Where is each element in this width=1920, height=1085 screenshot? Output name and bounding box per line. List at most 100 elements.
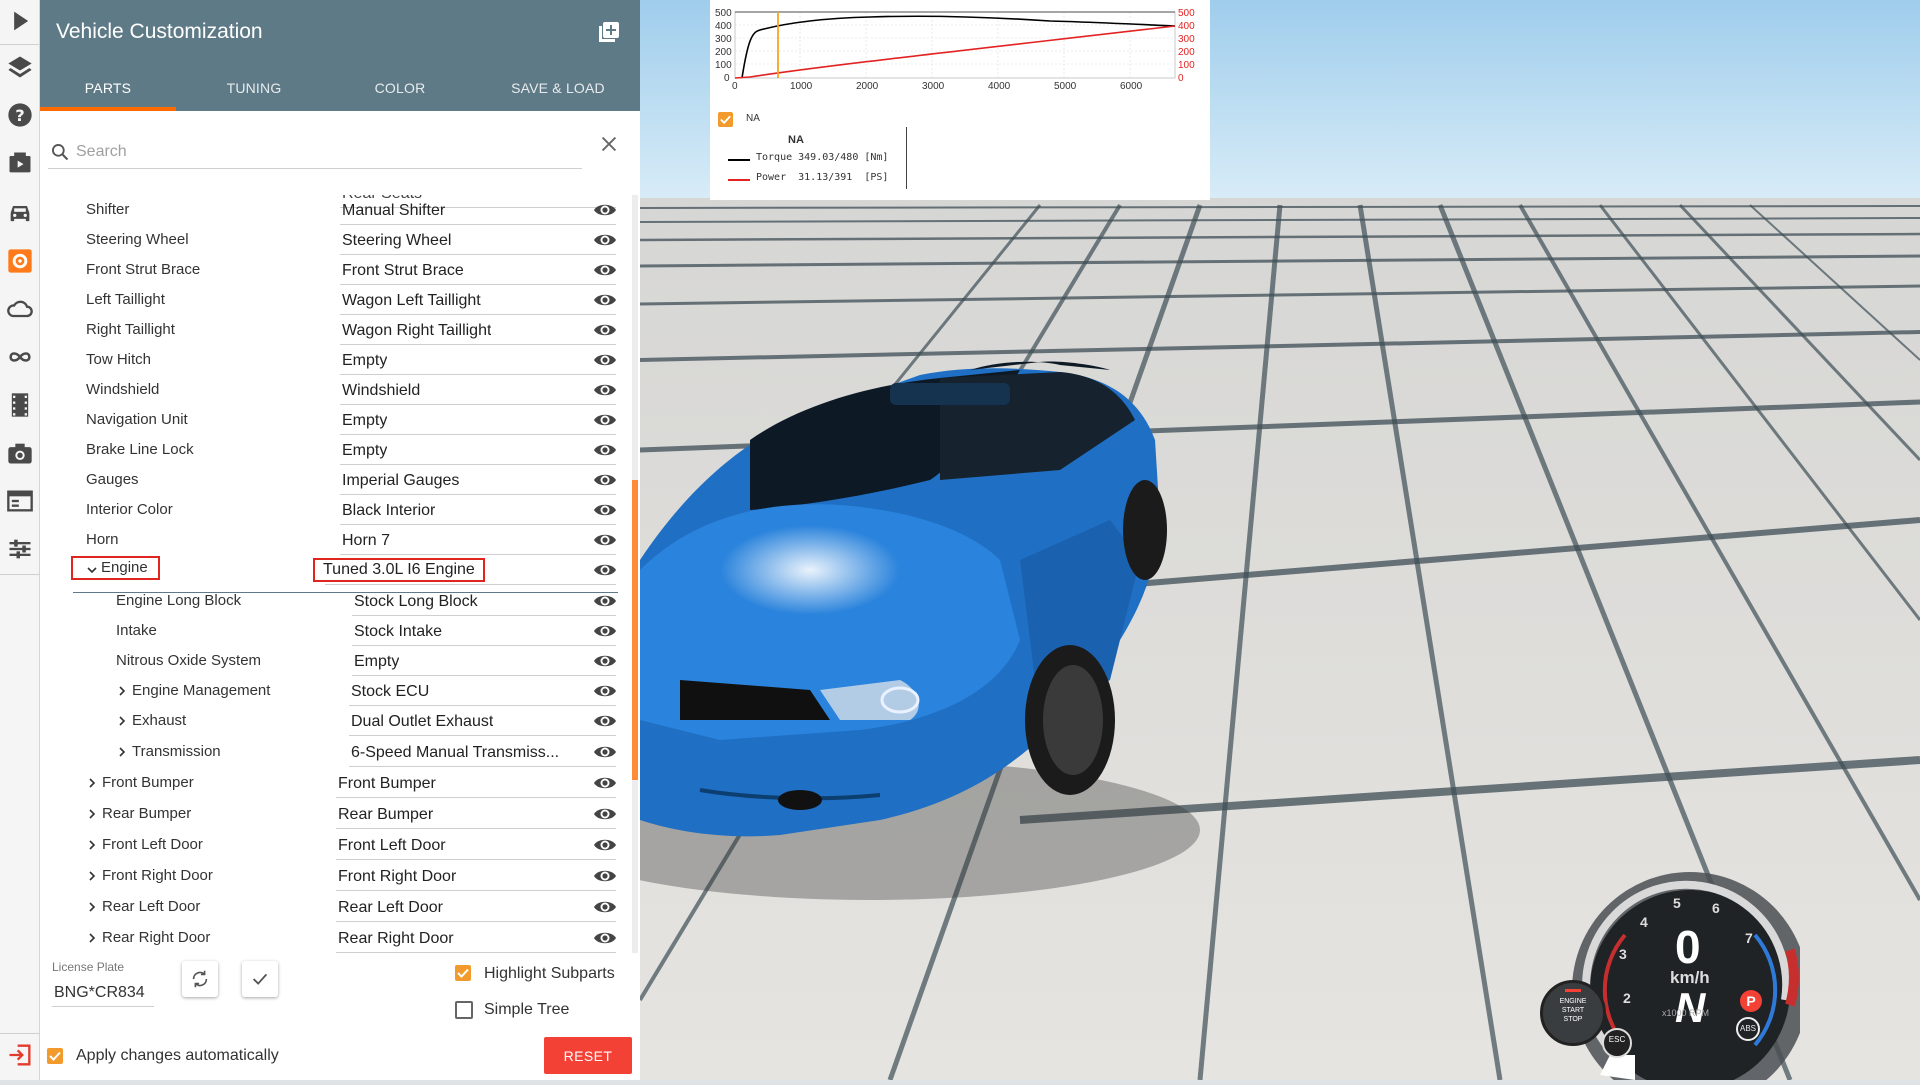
part-select[interactable]: Tuned 3.0L I6 Engine <box>313 558 616 585</box>
simple-tree-checkbox[interactable] <box>455 1001 473 1019</box>
camera-icon[interactable] <box>5 438 34 467</box>
visibility-eye-icon[interactable] <box>593 409 617 431</box>
list-item: Intake Stock Intake <box>40 616 620 646</box>
close-icon[interactable] <box>598 133 620 155</box>
chevron-right-icon[interactable] <box>86 776 98 793</box>
chevron-right-icon[interactable] <box>86 838 98 855</box>
part-select-value: Front Right Door <box>338 868 457 885</box>
part-select[interactable]: Front Left Door <box>336 834 616 860</box>
part-select[interactable]: Black Interior <box>340 499 616 525</box>
part-select[interactable]: Stock Intake <box>352 620 616 646</box>
engine-start-stop-button[interactable]: ENGINE START STOP <box>1540 980 1606 1046</box>
visibility-eye-icon[interactable] <box>593 529 617 551</box>
visibility-eye-icon[interactable] <box>593 469 617 491</box>
refresh-icon <box>192 970 208 988</box>
film-icon[interactable] <box>5 390 34 419</box>
list-item: Horn Horn 7 <box>40 525 620 555</box>
apply-plate-button[interactable] <box>242 961 278 997</box>
part-select[interactable]: Empty <box>340 409 616 435</box>
chevron-right-icon[interactable] <box>86 869 98 886</box>
visibility-eye-icon[interactable] <box>593 772 617 794</box>
part-select[interactable]: Stock ECU <box>349 680 616 706</box>
part-select[interactable]: Front Bumper <box>336 772 616 798</box>
tab-parts[interactable]: PARTS <box>40 80 176 96</box>
chevron-right-icon[interactable] <box>86 807 98 824</box>
apply-automatically-checkbox[interactable] <box>47 1048 63 1064</box>
visibility-eye-icon[interactable] <box>593 803 617 825</box>
window-icon[interactable] <box>5 486 34 515</box>
visibility-eye-icon[interactable] <box>593 865 617 887</box>
search-input[interactable] <box>74 138 558 166</box>
list-item: Front Right Door Front Right Door <box>40 861 620 891</box>
infinity-icon[interactable] <box>5 342 34 371</box>
part-select[interactable]: Stock Long Block <box>352 590 616 616</box>
part-select[interactable]: Empty <box>340 349 616 375</box>
visibility-eye-icon[interactable] <box>593 319 617 341</box>
visibility-eye-icon[interactable] <box>593 559 617 581</box>
visibility-eye-icon[interactable] <box>593 289 617 311</box>
part-select[interactable]: Front Strut Brace <box>340 259 616 285</box>
part-select[interactable]: Imperial Gauges <box>340 469 616 495</box>
visibility-eye-icon[interactable] <box>593 896 617 918</box>
part-label: Engine <box>71 556 160 580</box>
visibility-eye-icon[interactable] <box>593 199 617 221</box>
visibility-eye-icon[interactable] <box>593 499 617 521</box>
visibility-eye-icon[interactable] <box>593 439 617 461</box>
part-select[interactable]: 6-Speed Manual Transmiss... <box>349 741 616 767</box>
chevron-right-icon[interactable] <box>116 684 128 701</box>
part-select[interactable]: Empty <box>352 650 616 676</box>
part-select[interactable]: Wagon Left Taillight <box>340 289 616 315</box>
visibility-eye-icon[interactable] <box>593 590 617 612</box>
part-label: Front Bumper <box>102 774 194 791</box>
license-plate-input[interactable] <box>52 979 154 1007</box>
scrollbar[interactable] <box>632 195 638 953</box>
visibility-eye-icon[interactable] <box>593 259 617 281</box>
part-label: Left Taillight <box>86 291 165 308</box>
visibility-eye-icon[interactable] <box>593 379 617 401</box>
parts-icon[interactable] <box>5 246 34 275</box>
tab-save-load[interactable]: SAVE & LOAD <box>483 80 633 96</box>
tab-color[interactable]: COLOR <box>332 80 468 96</box>
part-select[interactable]: Dual Outlet Exhaust <box>349 710 616 736</box>
list-item: Left Taillight Wagon Left Taillight <box>40 285 620 315</box>
scenario-icon[interactable] <box>5 148 34 177</box>
chevron-right-icon[interactable] <box>86 900 98 917</box>
visibility-eye-icon[interactable] <box>593 834 617 856</box>
part-select[interactable]: Horn 7 <box>340 529 616 555</box>
exit-icon[interactable] <box>5 1040 34 1069</box>
part-select[interactable]: Rear Left Door <box>336 896 616 922</box>
help-icon[interactable]: ? <box>5 100 34 129</box>
part-select[interactable]: Front Right Door <box>336 865 616 891</box>
part-select[interactable]: Steering Wheel <box>340 229 616 255</box>
part-select[interactable]: Rear Right Door <box>336 927 616 953</box>
visibility-eye-icon[interactable] <box>593 680 617 702</box>
visibility-eye-icon[interactable] <box>593 927 617 949</box>
part-select[interactable]: Wagon Right Taillight <box>340 319 616 345</box>
popout-icon[interactable] <box>597 20 621 44</box>
part-select[interactable]: Empty <box>340 439 616 465</box>
cloud-icon[interactable] <box>5 294 34 323</box>
layers-icon[interactable] <box>5 52 34 81</box>
vehicle-icon[interactable] <box>5 198 34 227</box>
chevron-right-icon[interactable] <box>116 714 128 731</box>
visibility-eye-icon[interactable] <box>593 710 617 732</box>
randomize-plate-button[interactable] <box>182 961 218 997</box>
sliders-icon[interactable] <box>5 534 34 563</box>
part-select[interactable]: Windshield <box>340 379 616 405</box>
visibility-eye-icon[interactable] <box>593 229 617 251</box>
part-select-value: Empty <box>342 352 388 369</box>
tab-tuning[interactable]: TUNING <box>186 80 322 96</box>
reset-button[interactable]: RESET <box>544 1037 632 1074</box>
visibility-eye-icon[interactable] <box>593 349 617 371</box>
scroll-thumb[interactable] <box>632 480 638 780</box>
visibility-eye-icon[interactable] <box>593 650 617 672</box>
part-select[interactable]: Manual Shifter <box>340 199 616 225</box>
visibility-eye-icon[interactable] <box>593 741 617 763</box>
part-select[interactable]: Rear Bumper <box>336 803 616 829</box>
na-series-checkbox[interactable] <box>718 112 733 127</box>
visibility-eye-icon[interactable] <box>593 620 617 642</box>
play-icon[interactable] <box>5 6 34 35</box>
chevron-right-icon[interactable] <box>86 931 98 948</box>
chevron-right-icon[interactable] <box>116 745 128 762</box>
highlight-subparts-checkbox[interactable] <box>455 965 471 981</box>
